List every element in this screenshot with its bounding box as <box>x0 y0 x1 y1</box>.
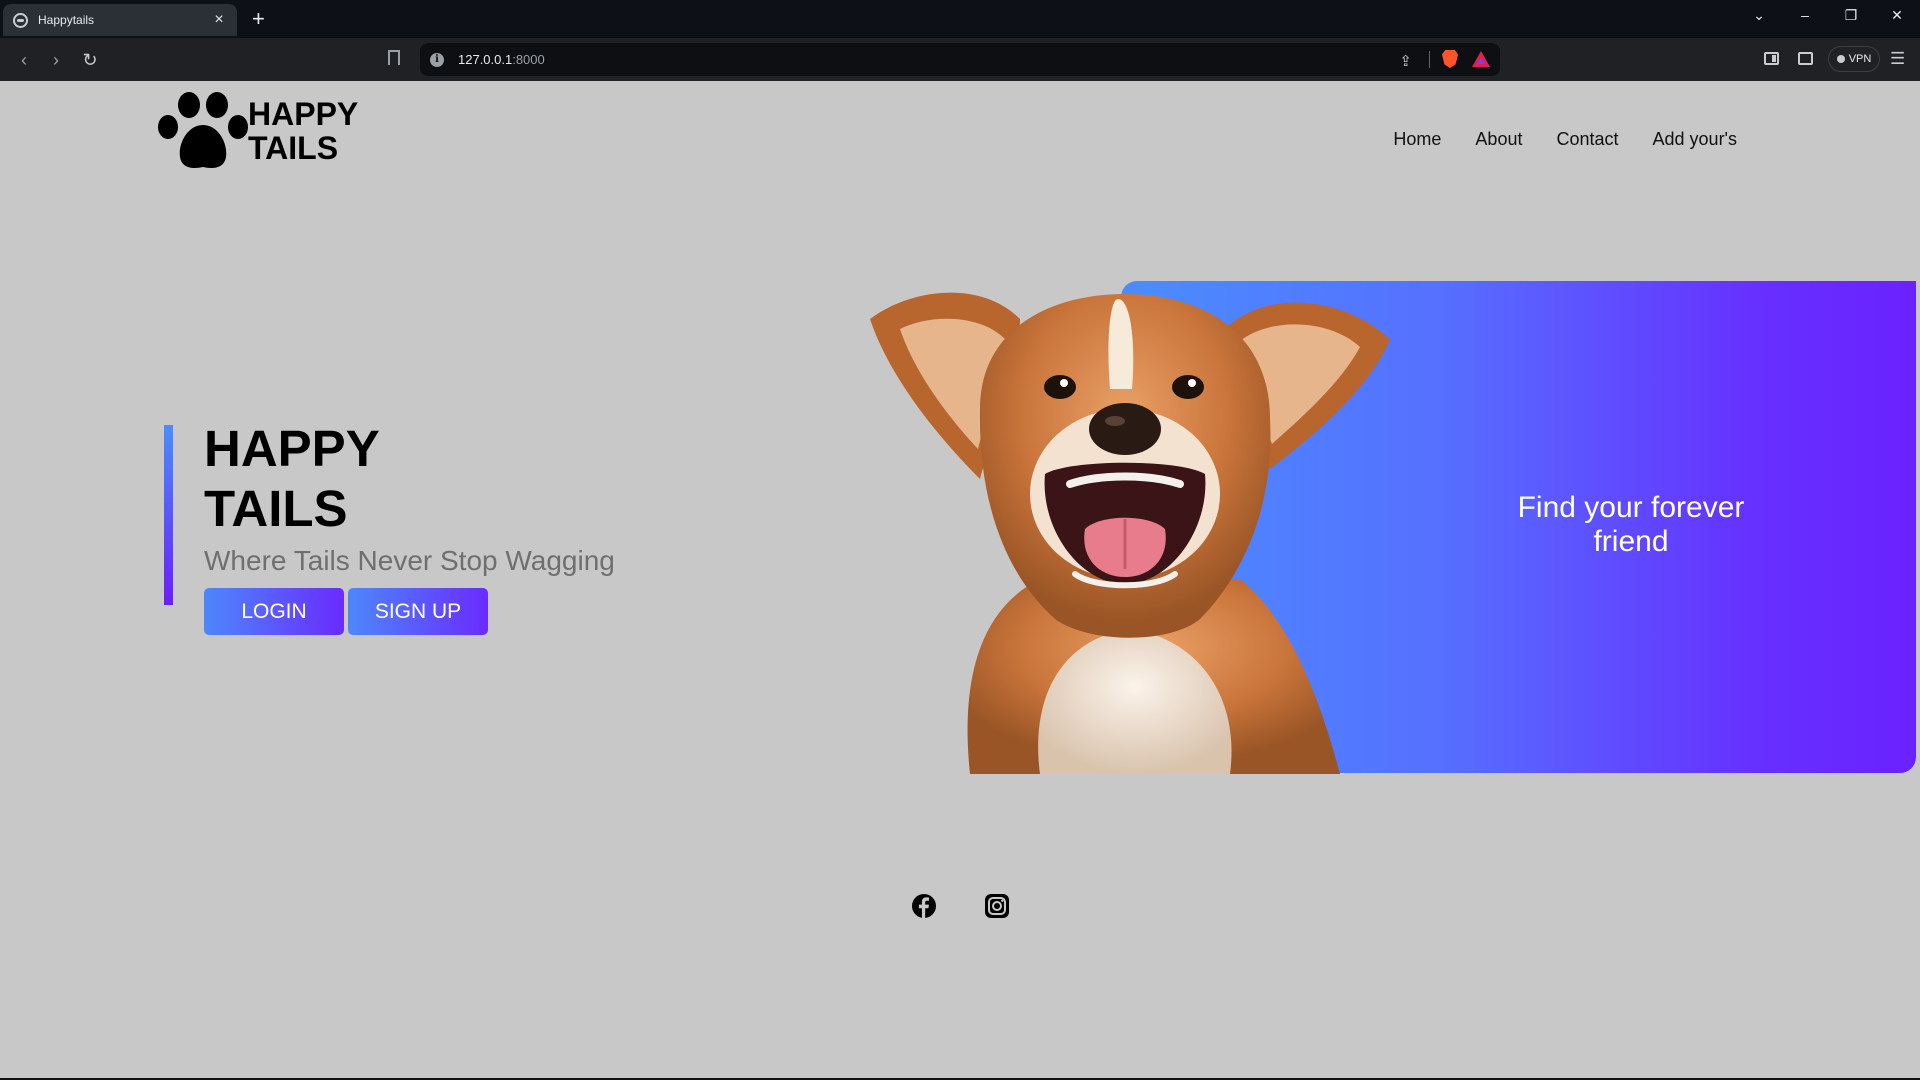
url-host: 127.0.0.1 <box>458 52 513 67</box>
plus-icon[interactable]: + <box>252 8 265 30</box>
logo-line-2: TAILS <box>248 130 339 166</box>
nav-contact[interactable]: Contact <box>1556 129 1618 150</box>
main-nav: Home About Contact Add your's <box>1359 129 1737 150</box>
logo-line-1: HAPPY <box>248 96 359 132</box>
url-divider <box>1429 51 1430 68</box>
bookmark-icon[interactable] <box>388 50 400 65</box>
accent-bar <box>164 425 173 605</box>
signup-button[interactable]: SIGN UP <box>348 588 488 635</box>
vpn-icon <box>1836 55 1845 63</box>
facebook-icon[interactable] <box>911 893 937 919</box>
wallet-icon[interactable] <box>1798 52 1813 65</box>
vpn-button[interactable]: VPN <box>1828 46 1880 72</box>
restore-icon[interactable]: ❐ <box>1828 0 1874 30</box>
vpn-label: VPN <box>1848 53 1872 65</box>
globe-icon <box>13 12 28 28</box>
page: HAPPY TAILS Home About Contact Add your'… <box>0 81 1920 1080</box>
reload-icon[interactable]: ↻ <box>76 46 104 74</box>
share-icon[interactable]: ⇪ <box>1399 52 1412 70</box>
nav-home[interactable]: Home <box>1393 129 1441 150</box>
logo[interactable]: HAPPY TAILS <box>156 91 358 171</box>
window-controls: ⌄ – ❐ ✕ <box>1736 0 1920 30</box>
hero-title-line-2: TAILS <box>204 480 348 537</box>
tagline: Where Tails Never Stop Wagging <box>204 545 615 576</box>
url-port: :8000 <box>512 52 545 67</box>
info-icon[interactable]: i <box>430 52 444 67</box>
logo-text: HAPPY TAILS <box>248 97 358 165</box>
close-icon[interactable]: × <box>211 12 227 28</box>
tab-title: Happytails <box>38 13 95 27</box>
card-tagline: Find your forever friend <box>1517 491 1745 558</box>
dog-image <box>870 292 1390 774</box>
login-button[interactable]: LOGIN <box>204 588 344 635</box>
forward-icon[interactable]: › <box>42 46 70 74</box>
sidebar-icon[interactable] <box>1764 52 1779 65</box>
minimize-icon[interactable]: – <box>1782 0 1828 30</box>
window-close-icon[interactable]: ✕ <box>1874 0 1920 30</box>
hero-title: HAPPY TAILS <box>204 419 380 539</box>
browser-titlebar: Happytails × + ⌄ – ❐ ✕ <box>0 0 1920 38</box>
address-bar[interactable]: i 127.0.0.1:8000 ⇪ <box>420 43 1500 76</box>
browser-tab[interactable]: Happytails × <box>3 4 237 36</box>
paw-icon <box>158 92 248 168</box>
nav-about[interactable]: About <box>1475 129 1522 150</box>
back-icon[interactable]: ‹ <box>10 46 38 74</box>
brave-rewards-icon[interactable] <box>1472 51 1490 67</box>
tab-search-icon[interactable]: ⌄ <box>1736 0 1782 30</box>
menu-icon[interactable]: ☰ <box>1890 50 1905 67</box>
hero-title-line-1: HAPPY <box>204 420 380 477</box>
nav-add-yours[interactable]: Add your's <box>1653 129 1737 150</box>
instagram-icon[interactable] <box>984 893 1010 919</box>
brave-shield-icon[interactable] <box>1442 50 1458 68</box>
